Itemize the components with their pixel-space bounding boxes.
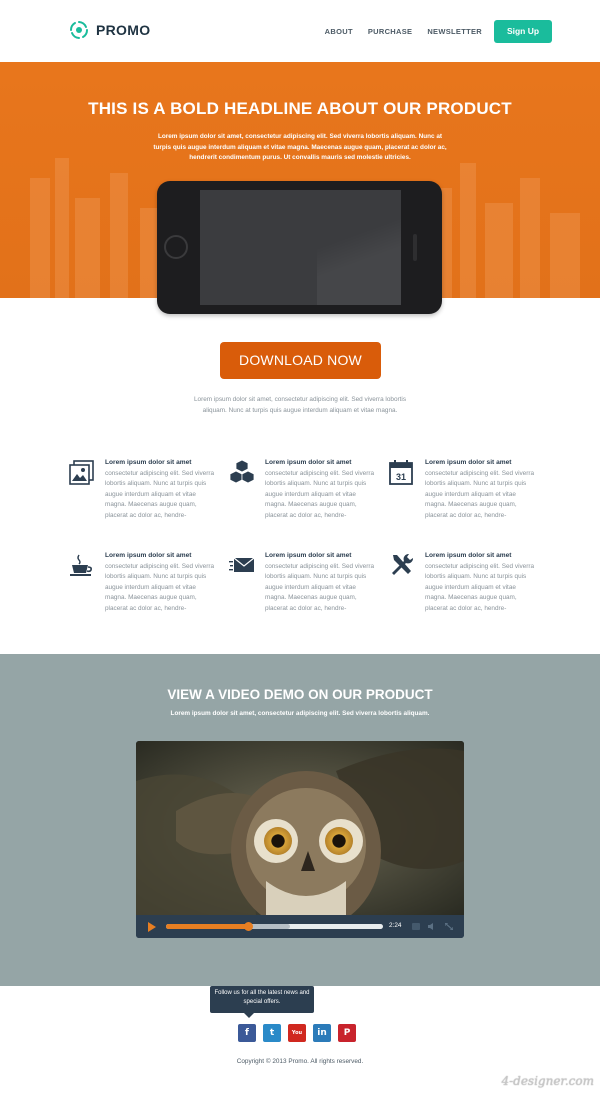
facebook-icon[interactable]: f [238, 1024, 256, 1042]
cubes-icon [229, 459, 255, 484]
hero-headline: THIS IS A BOLD HEADLINE ABOUT OUR PRODUC… [88, 99, 512, 118]
youtube-icon[interactable]: You [288, 1024, 306, 1042]
twitter-icon[interactable]: t [263, 1024, 281, 1042]
feature-text: consectetur adipiscing elit. Sed viverra… [105, 470, 215, 519]
feature-text: consectetur adipiscing elit. Sed viverra… [265, 470, 375, 519]
phone-glare [317, 190, 401, 305]
video-subtitle: Lorem ipsum dolor sit amet, consectetur … [170, 710, 430, 717]
feature-title: Lorem ipsum dolor sit amet [105, 552, 192, 559]
video-controls: 2:24 [136, 915, 464, 938]
progress-knob[interactable] [244, 922, 254, 931]
social-links: f t You in P [238, 1024, 356, 1042]
video-player[interactable]: 2:24 [136, 741, 464, 938]
progress-bar [166, 924, 249, 929]
video-title: VIEW A VIDEO DEMO ON OUR PRODUCT [167, 687, 433, 702]
feature-title: Lorem ipsum dolor sit amet [265, 459, 352, 466]
nav-newsletter[interactable]: NEWSLETTER [427, 27, 482, 36]
feature-text: consectetur adipiscing elit. Sed viverra… [265, 563, 375, 612]
feature-title: Lorem ipsum dolor sit amet [105, 459, 192, 466]
calendar-icon: 31 [389, 460, 413, 485]
site-header: PROMO ABOUT PURCHASE NEWSLETTER Sign Up [0, 0, 600, 62]
logo-icon [69, 21, 89, 39]
coffee-cup-icon [70, 554, 92, 576]
video-section: VIEW A VIDEO DEMO ON OUR PRODUCT Lorem i… [0, 654, 600, 986]
progress-track[interactable] [166, 922, 383, 931]
feature-text: consectetur adipiscing elit. Sed viverra… [425, 470, 535, 519]
watermark: 4-designer.com [501, 1074, 594, 1088]
play-icon[interactable] [148, 922, 156, 932]
images-icon [69, 460, 94, 485]
pinterest-icon[interactable]: P [338, 1024, 356, 1042]
linkedin-icon[interactable]: in [313, 1024, 331, 1042]
mail-icon [229, 557, 255, 572]
feature-text: consectetur adipiscing elit. Sed viverra… [425, 563, 535, 612]
download-description: Lorem ipsum dolor sit amet, consectetur … [193, 396, 407, 414]
nav-purchase[interactable]: PURCHASE [368, 27, 413, 36]
phone-speaker [413, 234, 417, 261]
owl-video-thumbnail[interactable] [136, 741, 464, 915]
copyright: Copyright © 2013 Promo. All rights reser… [236, 1058, 364, 1065]
calendar-day: 31 [396, 472, 406, 482]
hero-description: Lorem ipsum dolor sit amet, consectetur … [153, 133, 447, 161]
phone-mockup [157, 181, 442, 314]
logo[interactable]: PROMO [69, 20, 150, 40]
follow-us-tooltip: Follow us for all the latest news and sp… [210, 986, 314, 1018]
feature-title: Lorem ipsum dolor sit amet [425, 459, 512, 466]
volume-icon[interactable] [428, 923, 436, 930]
video-time: 2:24 [389, 922, 402, 929]
captions-icon[interactable] [412, 923, 420, 930]
logo-text: PROMO [96, 22, 151, 38]
phone-home-button [164, 235, 188, 259]
fullscreen-icon[interactable] [445, 923, 453, 930]
main-nav: ABOUT PURCHASE NEWSLETTER [325, 27, 482, 36]
feature-title: Lorem ipsum dolor sit amet [265, 552, 352, 559]
feature-text: consectetur adipiscing elit. Sed viverra… [105, 563, 215, 612]
sign-up-button[interactable]: Sign Up [494, 20, 552, 43]
feature-title: Lorem ipsum dolor sit amet [425, 552, 512, 559]
tools-icon [392, 553, 414, 575]
download-now-button[interactable]: DOWNLOAD NOW [220, 342, 381, 379]
nav-about[interactable]: ABOUT [325, 27, 353, 36]
